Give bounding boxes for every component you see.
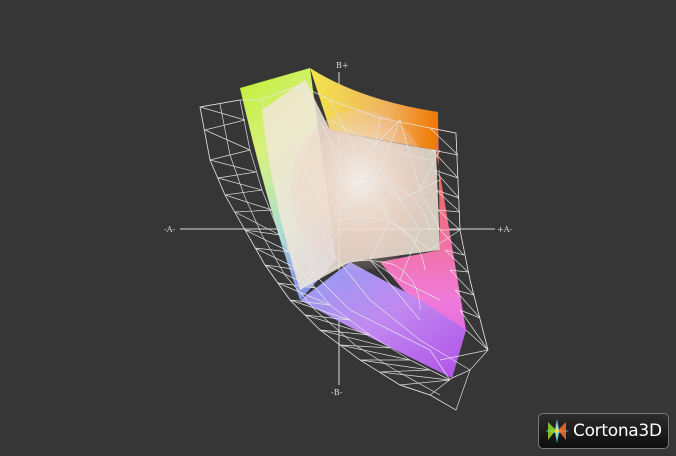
logo-brand-name: Cortona <box>573 421 639 441</box>
axis-label-minus-a: -A- <box>164 225 175 234</box>
axis-label-minus-b: -B- <box>331 388 343 397</box>
logo-brand-suffix: 3D <box>638 421 662 441</box>
cortona3d-logo-text: Cortona3D <box>573 421 662 441</box>
cortona-star-icon <box>545 419 569 443</box>
3d-viewport[interactable]: B+ -B- +A- -A- Cortona3D <box>0 0 676 456</box>
cortona3d-logo[interactable]: Cortona3D <box>538 413 669 449</box>
axis-label-plus-a: +A- <box>497 225 512 234</box>
gamut-scene[interactable]: B+ -B- +A- -A- <box>0 0 676 456</box>
axis-label-plus-b: B+ <box>336 61 349 70</box>
gamut-solid <box>240 68 466 378</box>
